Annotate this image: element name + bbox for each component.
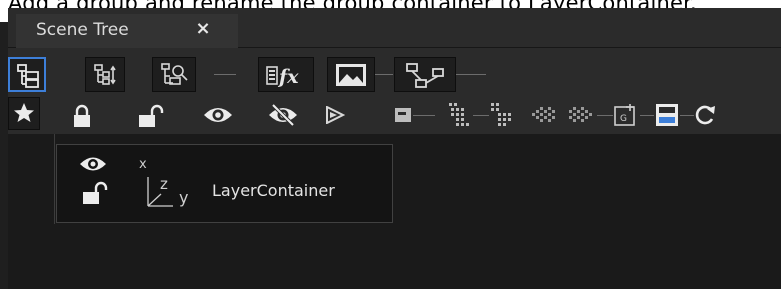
group-expand-icon[interactable] [448, 102, 470, 128]
effects-button[interactable]: fx [258, 57, 314, 92]
unlock-icon[interactable] [82, 181, 108, 205]
toolbar-separator [597, 115, 613, 116]
svg-text:G: G [620, 114, 627, 124]
toolbar-separator [473, 115, 489, 116]
layout-icon[interactable] [655, 103, 679, 127]
eye-icon[interactable] [79, 155, 107, 173]
move-right-icon[interactable] [568, 105, 594, 125]
close-icon[interactable]: × [192, 17, 214, 41]
play-right-icon[interactable] [325, 106, 345, 124]
tree-node-layer-container[interactable]: x z y LayerContainer [56, 144, 393, 223]
axis-label-x: x [139, 157, 147, 172]
scene-tree-panel: Scene Tree × fx G x z y LayerContainer [8, 8, 781, 289]
tree-view-icon [17, 64, 39, 88]
tree-sort-icon [94, 64, 118, 86]
eye-off-icon[interactable] [268, 104, 298, 126]
tree-search-button[interactable] [152, 57, 196, 92]
primary-toolbar: fx [8, 48, 781, 94]
svg-text:fx: fx [277, 66, 299, 88]
star-icon [12, 101, 36, 125]
node-graph-icon [406, 63, 446, 89]
flag-icon[interactable] [394, 107, 412, 123]
unlock-icon[interactable] [138, 104, 164, 128]
tree-search-icon [161, 63, 189, 87]
image-icon [335, 63, 367, 87]
axis-label-z: z [160, 175, 168, 193]
tree-view-button[interactable] [8, 57, 46, 92]
toolbar-separator [680, 115, 694, 116]
toolbar-separator [413, 115, 435, 116]
node-name-label: LayerContainer [212, 181, 335, 200]
axis-label-y: y [179, 188, 189, 207]
scene-tree-view[interactable]: x z y LayerContainer [8, 134, 781, 289]
toolbar-separator [640, 115, 654, 116]
tab-label: Scene Tree [36, 20, 129, 40]
toolbar-separator [456, 74, 486, 75]
effects-icon: fx [266, 64, 308, 88]
group-collapse-icon[interactable] [490, 102, 512, 128]
refresh-icon[interactable] [693, 104, 717, 126]
panel-tab-bar: Scene Tree × [8, 8, 781, 48]
lock-icon[interactable] [71, 104, 93, 128]
secondary-toolbar: G [8, 94, 781, 134]
tab-scene-tree[interactable]: Scene Tree × [16, 14, 238, 48]
tree-connector-line [54, 134, 55, 224]
eye-icon[interactable] [203, 105, 233, 125]
toolbar-separator [214, 74, 236, 75]
favorite-button[interactable] [8, 97, 40, 130]
move-left-icon[interactable] [530, 105, 556, 125]
add-group-icon[interactable]: G [614, 103, 638, 127]
node-graph-button[interactable] [394, 57, 456, 92]
toolbar-separator [375, 74, 393, 75]
tree-sort-button[interactable] [85, 57, 125, 92]
image-button[interactable] [327, 57, 375, 92]
